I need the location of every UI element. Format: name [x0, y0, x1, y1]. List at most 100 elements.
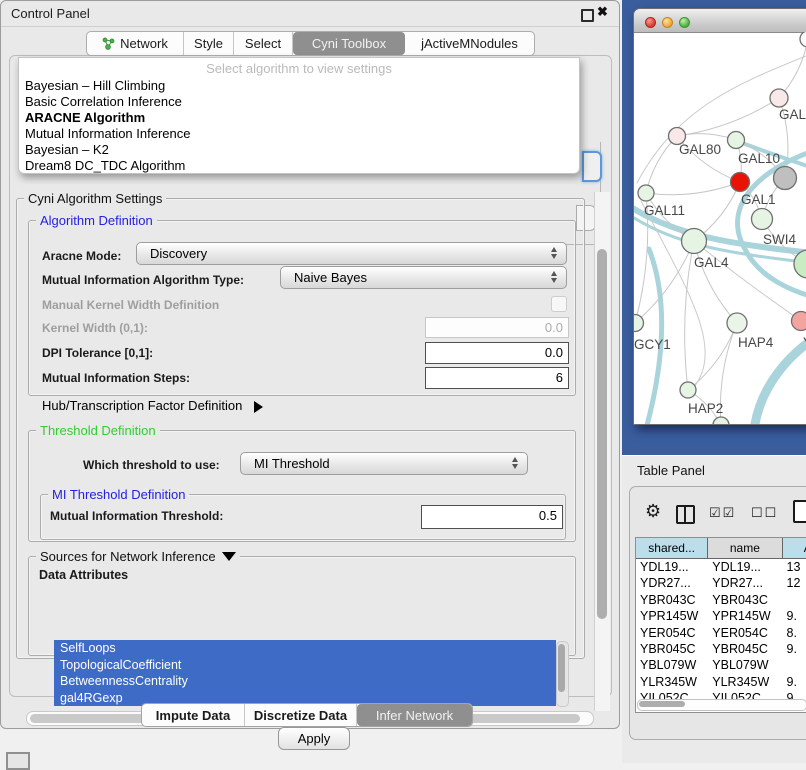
cyni-mode-tab-bar: Impute Data Discretize Data Infer Network [141, 703, 473, 727]
mi-threshold-field[interactable]: 0.5 [421, 505, 563, 529]
table-cell: YBR043C [708, 592, 782, 608]
tab-label: Style [194, 36, 223, 51]
cyni-algorithm-settings-title: Cyni Algorithm Settings [24, 191, 166, 206]
algorithm-option[interactable]: Bayesian – K2 [23, 142, 575, 158]
table-cell: 9. [783, 641, 806, 657]
node[interactable] [774, 167, 797, 190]
table-cell: 13 [783, 559, 806, 575]
table-row[interactable]: YBL079WYBL079W [636, 657, 806, 673]
table-cell: YLR345W [708, 674, 782, 690]
node[interactable] [800, 32, 806, 47]
edge [779, 39, 806, 98]
tab-discretize-data[interactable]: Discretize Data [245, 704, 357, 726]
node-gal4[interactable] [682, 229, 707, 254]
node-label: GAL4 [694, 255, 729, 270]
attribute-item-selected[interactable]: BetweennessCentrality [54, 673, 556, 690]
tab-jactivemnodules[interactable]: jActiveMNodules [405, 32, 534, 55]
node-hap2[interactable] [680, 382, 696, 398]
node-gal11[interactable] [638, 185, 654, 201]
algorithm-option[interactable]: Dream8 DC_TDC Algorithm [23, 158, 575, 174]
dpi-tolerance-field[interactable]: 0.0 [425, 342, 569, 364]
column-header[interactable]: name [708, 538, 782, 558]
settings-vertical-scrollbar[interactable] [594, 192, 610, 711]
kernel-width-field[interactable]: 0.0 [425, 317, 569, 338]
node-hap4[interactable] [727, 313, 747, 333]
hidden-focused-combo-fragment [582, 151, 602, 182]
attribute-item-selected[interactable]: TopologicalCoefficient [54, 657, 556, 674]
table-cell: YDR27... [636, 575, 708, 591]
algorithm-definition-title: Algorithm Definition [36, 213, 157, 228]
node-table: shared...nameA YDL19...YDL19...13YDR27..… [635, 537, 806, 713]
gear-icon[interactable]: ⚙ [645, 502, 661, 520]
algorithm-option[interactable]: Basic Correlation Inference [23, 94, 575, 110]
document-icon[interactable] [793, 500, 806, 523]
tab-label: jActiveMNodules [421, 36, 518, 51]
aracne-mode-combo[interactable]: Discovery [136, 242, 567, 265]
network-window-titlebar[interactable] [634, 9, 806, 33]
zoom-traffic-light-icon[interactable] [679, 17, 690, 28]
table-body: YDL19...YDL19...13YDR27...YDR27...12YBR0… [636, 559, 806, 707]
sources-group-title[interactable]: Sources for Network Inference [36, 549, 240, 564]
split-columns-icon[interactable] [676, 505, 695, 524]
node-gal10[interactable] [728, 132, 745, 149]
table-horizontal-scrollbar[interactable] [637, 699, 806, 711]
minimize-traffic-light-icon[interactable] [662, 17, 673, 28]
mi-steps-label: Mutual Information Steps: [42, 371, 190, 385]
network-canvas[interactable]: GALGAL80GAL10GAL1GAL11SWI4GAL4GCY1HAP4YH… [634, 32, 806, 425]
stepper-arrows-icon [512, 457, 518, 469]
close-traffic-light-icon[interactable] [645, 17, 656, 28]
apply-button[interactable]: Apply [278, 727, 350, 750]
tab-impute-data[interactable]: Impute Data [142, 704, 245, 726]
table-row[interactable]: YBR045CYBR045C9. [636, 641, 806, 657]
table-row[interactable]: YDL19...YDL19...13 [636, 559, 806, 575]
node-y[interactable] [792, 312, 806, 331]
mi-algorithm-type-value: Naive Bayes [294, 270, 367, 285]
node-gal[interactable] [770, 89, 788, 107]
table-row[interactable]: YLR345WYLR345W9. [636, 674, 806, 690]
edge-highlighted [754, 339, 806, 425]
close-window-icon[interactable]: ✖ [597, 4, 608, 20]
node-swi4[interactable] [752, 209, 773, 230]
node[interactable] [794, 250, 806, 278]
table-cell: 8. [783, 625, 806, 641]
table-cell: YER054C [636, 625, 708, 641]
table-cell: 12 [783, 575, 806, 591]
tab-style[interactable]: Style [184, 32, 234, 55]
manual-kernel-width-label: Manual Kernel Width Definition [42, 298, 219, 312]
collapsed-panel-chip[interactable] [6, 752, 30, 770]
restore-window-icon[interactable] [581, 9, 594, 22]
table-row[interactable]: YBR043CYBR043C [636, 592, 806, 608]
network-icon [102, 37, 115, 50]
attributes-scrollbar[interactable] [556, 641, 569, 707]
algorithm-option[interactable]: Bayesian – Hill Climbing [23, 78, 575, 94]
control-panel-title: Control Panel [11, 6, 90, 21]
select-all-checkboxes-icon[interactable]: ☑☑ [709, 505, 736, 521]
tab-cyni-toolbox[interactable]: Cyni Toolbox [293, 32, 405, 55]
attribute-item-selected[interactable]: SelfLoops [54, 640, 556, 657]
mi-algorithm-type-combo[interactable]: Naive Bayes [280, 266, 567, 289]
tab-infer-network[interactable]: Infer Network [357, 704, 472, 726]
table-row[interactable]: YPR145WYPR145W9. [636, 608, 806, 624]
table-row[interactable]: YDR27...YDR27...12 [636, 575, 806, 591]
table-row[interactable]: YER054CYER054C8. [636, 625, 806, 641]
manual-kernel-width-checkbox[interactable] [551, 296, 567, 312]
aracne-mode-value: Discovery [150, 246, 207, 261]
data-attributes-list[interactable]: SelfLoopsTopologicalCoefficientBetweenne… [54, 640, 556, 706]
mi-steps-field[interactable]: 6 [425, 367, 569, 389]
node-gal1[interactable] [731, 173, 750, 192]
table-cell: YDL19... [708, 559, 782, 575]
algorithm-option[interactable]: ARACNE Algorithm [23, 110, 575, 126]
hub-definition-expander[interactable]: Hub/Transcription Factor Definition [42, 398, 263, 413]
algorithm-option[interactable]: Mutual Information Inference [23, 126, 575, 142]
tab-network[interactable]: Network [87, 32, 184, 55]
which-threshold-combo[interactable]: MI Threshold [240, 452, 528, 475]
edge [685, 241, 694, 390]
control-panel-titlebar[interactable]: Control Panel ✖ [1, 1, 619, 27]
tab-label: Discretize Data [254, 708, 347, 723]
deselect-checkboxes-icon[interactable]: ☐☐ [751, 505, 778, 521]
table-cell: YBL079W [708, 657, 782, 673]
tab-select[interactable]: Select [234, 32, 293, 55]
node[interactable] [713, 417, 729, 425]
column-header[interactable]: A [783, 538, 806, 558]
column-header[interactable]: shared... [636, 538, 708, 558]
